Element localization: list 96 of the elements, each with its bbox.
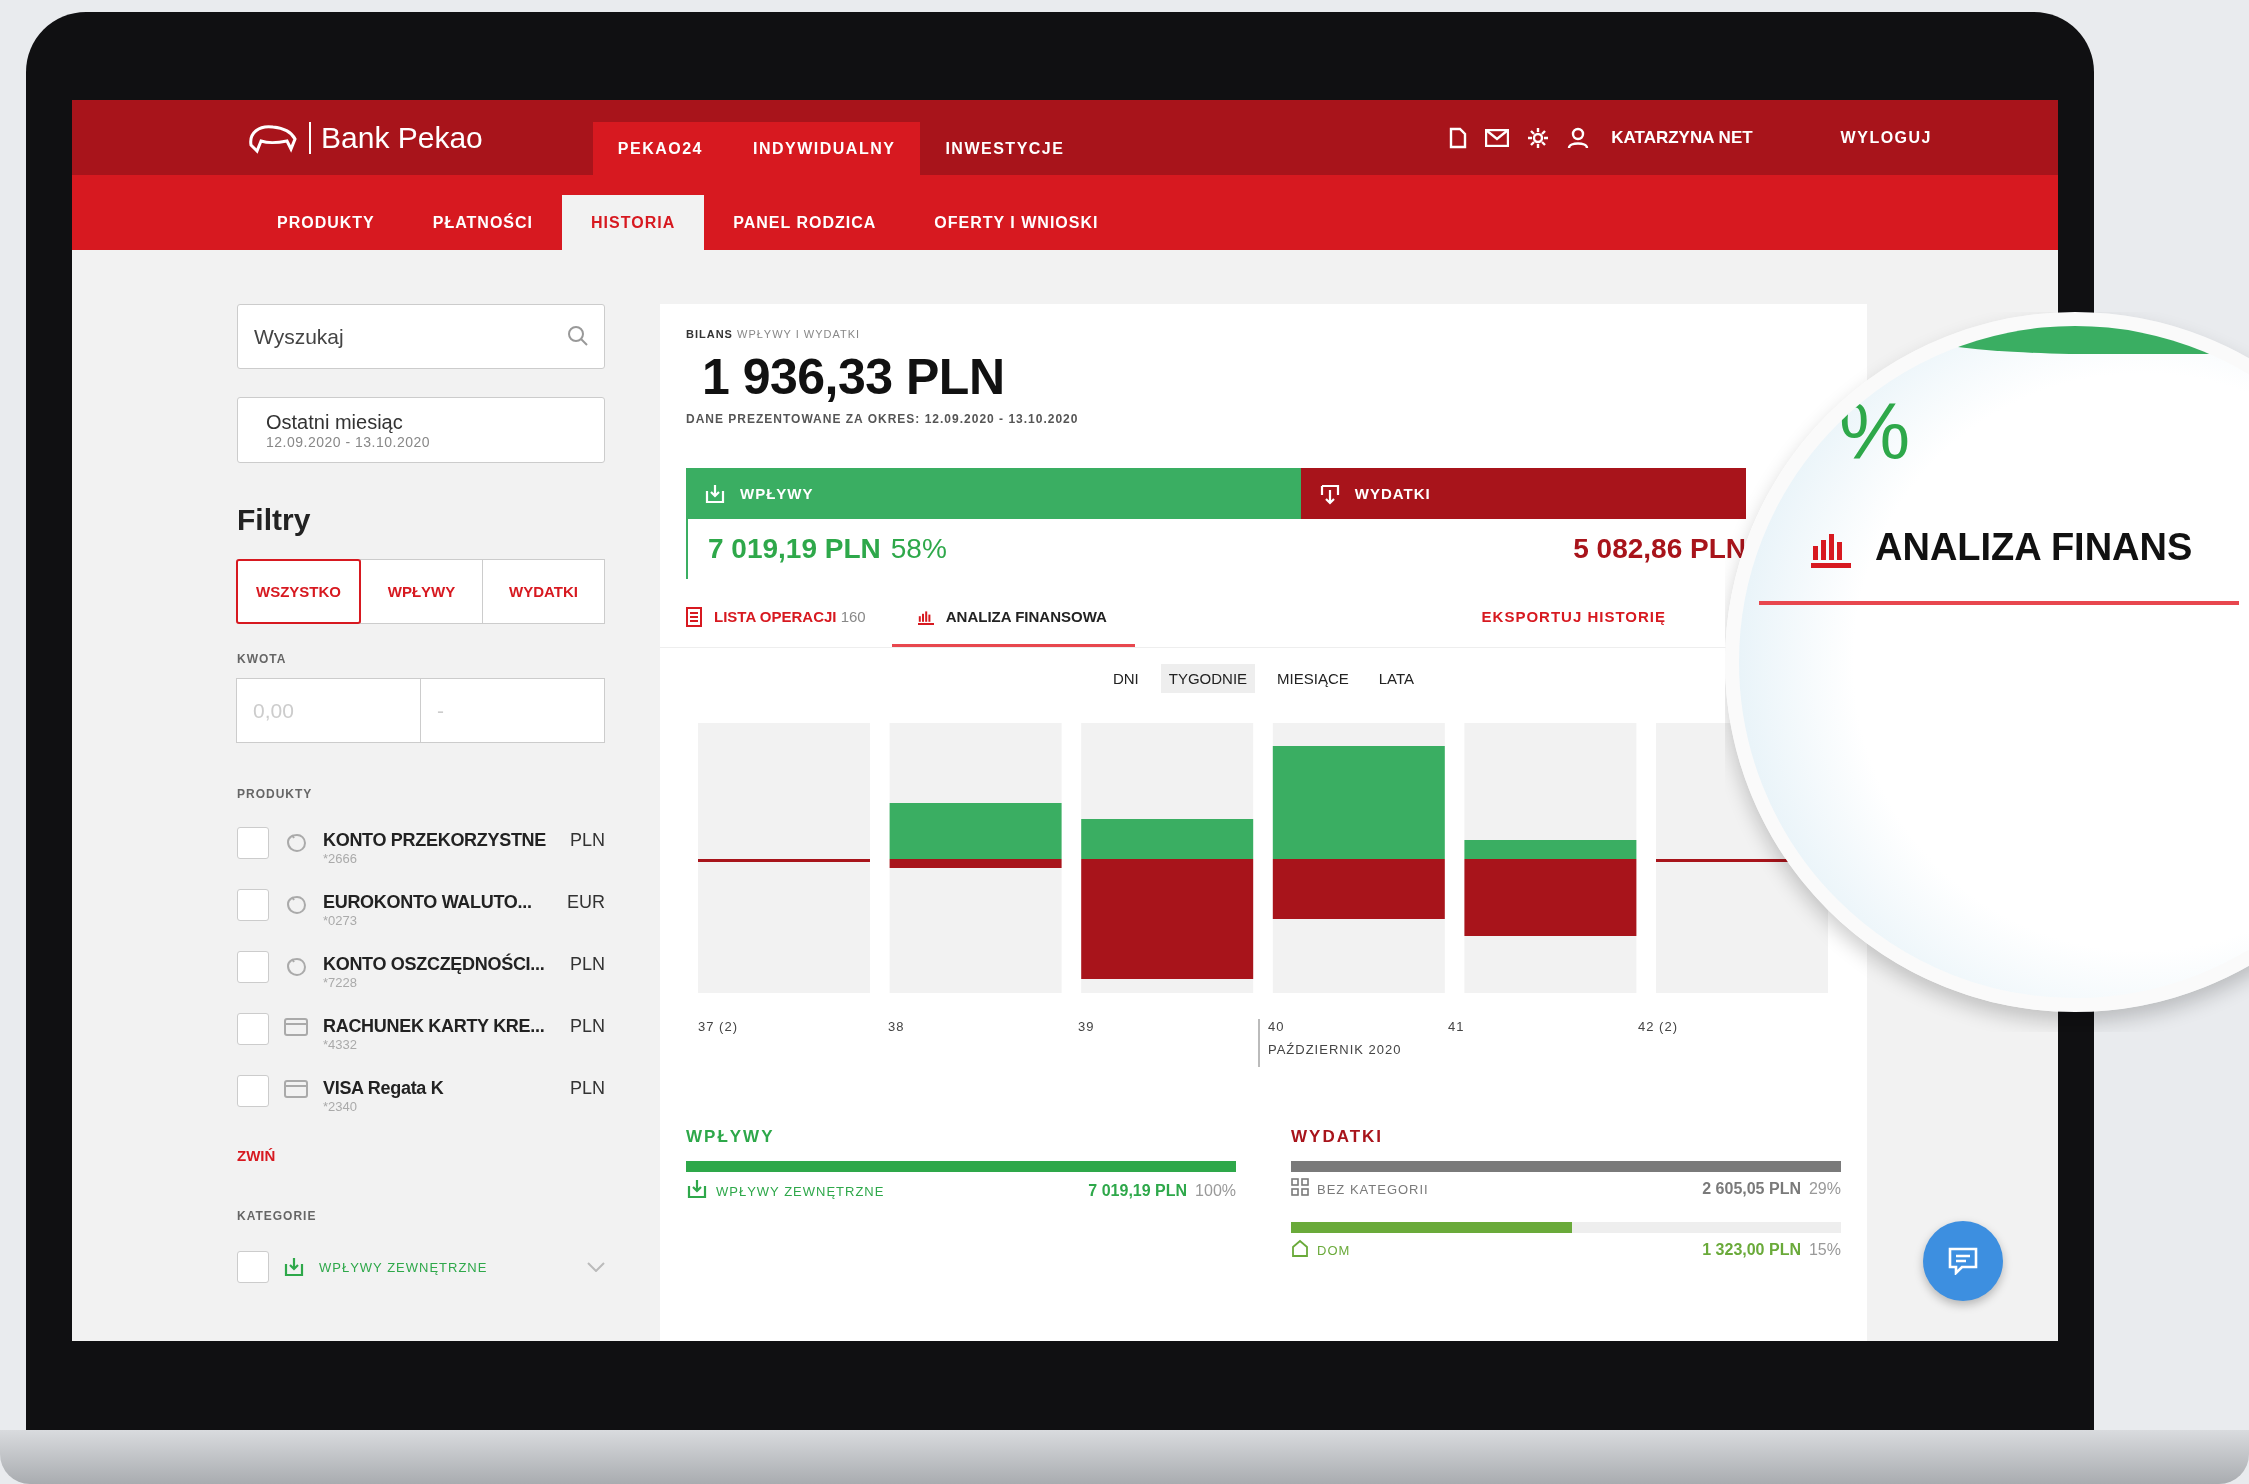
logout-link[interactable]: WYLOGUJ bbox=[1834, 127, 1938, 148]
expenses-amount: 5 082,86 PLN bbox=[1573, 533, 1746, 565]
house-icon bbox=[1291, 1239, 1309, 1257]
nav-tab[interactable]: PANEL RODZICA bbox=[704, 195, 906, 250]
collapse-link[interactable]: ZWIŃ bbox=[237, 1147, 276, 1164]
tray-arrow-icon bbox=[1318, 482, 1341, 505]
user-name: KATARZYNA NET bbox=[1611, 127, 1753, 148]
nav-tab[interactable]: PRODUKTY bbox=[248, 195, 404, 250]
product-name: KONTO OSZCZĘDNOŚCI... bbox=[323, 954, 545, 975]
category-share: 15% bbox=[1808, 1241, 1841, 1259]
category-name: WPŁYWY ZEWNĘTRZNE bbox=[716, 1183, 886, 1199]
week-label: 39 bbox=[1077, 1019, 1095, 1034]
product-name: RACHUNEK KARTY KRE... bbox=[323, 1016, 545, 1037]
chat-icon bbox=[1947, 1247, 1978, 1275]
categories-label: KATEGORIE bbox=[237, 1209, 318, 1223]
category-name: DOM bbox=[1317, 1242, 1352, 1258]
checkbox[interactable] bbox=[237, 889, 269, 921]
amount-label: KWOTA bbox=[237, 652, 288, 666]
document-icon bbox=[686, 606, 702, 627]
category-name: BEZ KATEGORII bbox=[1317, 1181, 1430, 1197]
segment-tab[interactable]: INDYWIDUALNY bbox=[728, 122, 921, 175]
checkbox[interactable] bbox=[237, 1013, 269, 1045]
product-name: KONTO PRZEKORZYSTNE bbox=[323, 830, 546, 851]
envelope-icon[interactable] bbox=[1485, 128, 1510, 147]
chevron-icon[interactable] bbox=[587, 1262, 605, 1272]
chat-button[interactable] bbox=[1922, 1221, 2003, 1301]
category-amount: 7 019,19 PLN bbox=[1088, 1182, 1188, 1200]
product-currency: PLN bbox=[570, 1016, 605, 1037]
nav-tab[interactable]: OFERTY I WNIOSKI bbox=[905, 195, 1128, 250]
amount-to-field[interactable]: - bbox=[420, 678, 605, 743]
income-share: 58% bbox=[890, 533, 947, 565]
checkbox[interactable] bbox=[237, 1075, 269, 1107]
week-label: 37 (2) bbox=[698, 1019, 738, 1034]
balance-caption: BILANS WPŁYWY I WYDATKI bbox=[686, 327, 862, 340]
category-amount: 1 323,00 PLN bbox=[1702, 1241, 1801, 1259]
filter-tab[interactable]: WSZYSTKO bbox=[236, 559, 361, 624]
grid-icon bbox=[1291, 1178, 1309, 1196]
inbox-arrow-icon bbox=[283, 1256, 305, 1278]
product-currency: PLN bbox=[570, 1078, 605, 1099]
document-icon[interactable] bbox=[1449, 126, 1468, 149]
account-number: *2340 bbox=[323, 1099, 358, 1114]
week-label: 38 bbox=[888, 1019, 905, 1034]
account-number: *0273 bbox=[323, 913, 358, 928]
user-icon[interactable] bbox=[1567, 126, 1590, 149]
view-tab[interactable]: ANALIZA FINANSOWA bbox=[891, 589, 1135, 647]
period-note: DANE PREZENTOWANE ZA OKRES: 12.09.2020 - 13.10.2020 bbox=[686, 412, 1080, 426]
income-amount: 7 019,19 PLN bbox=[708, 533, 881, 565]
product-currency: PLN bbox=[570, 954, 605, 975]
week-label: 41 bbox=[1448, 1019, 1465, 1034]
product-currency: PLN bbox=[570, 830, 605, 851]
income-heading: WPŁYWY bbox=[686, 1127, 776, 1147]
date-range-picker[interactable]: Ostatni miesiąc 12.09.2020 - 13.10.2020 bbox=[237, 397, 605, 463]
export-link[interactable]: EKSPORTUJ HISTORIĘ bbox=[1481, 589, 1692, 647]
inbox-arrow-icon bbox=[704, 482, 726, 505]
settings-icon[interactable] bbox=[1527, 126, 1550, 149]
account-number: *7228 bbox=[323, 975, 358, 990]
category-share: 100% bbox=[1195, 1182, 1236, 1200]
period-tab[interactable]: LATA bbox=[1370, 664, 1423, 693]
segment-tab[interactable]: INWESTYCJE bbox=[920, 122, 1090, 175]
income-label: WPŁYWY bbox=[740, 485, 814, 502]
search-field[interactable]: Wyszukaj bbox=[237, 304, 605, 369]
nav-tab[interactable]: PŁATNOŚCI bbox=[403, 195, 563, 250]
month-label: PAŹDZIERNIK 2020 bbox=[1267, 1042, 1403, 1057]
view-tab[interactable]: LISTA OPERACJI 160 bbox=[686, 589, 892, 647]
week-label: 42 (2) bbox=[1638, 1019, 1678, 1034]
bank-logo-text: Bank Pekao bbox=[321, 120, 483, 155]
segment-tab[interactable]: PEKAO24 bbox=[592, 122, 728, 175]
tab-label-fragment: ANALIZA FINANS bbox=[1875, 526, 2193, 569]
filters-heading: Filtry bbox=[237, 503, 312, 537]
category-amount: 2 605,05 PLN bbox=[1702, 1180, 1801, 1198]
period-tab[interactable]: DNI bbox=[1104, 664, 1147, 693]
checkbox[interactable] bbox=[237, 951, 269, 983]
card-icon bbox=[284, 1080, 308, 1098]
week-label: 40 bbox=[1267, 1019, 1285, 1034]
filter-tab[interactable]: WPŁYWY bbox=[360, 559, 483, 624]
checkbox[interactable] bbox=[237, 1251, 269, 1283]
product-name: EUROKONTO WALUTO... bbox=[323, 892, 532, 913]
bar-chart-icon bbox=[917, 608, 934, 625]
balance-amount: 1 936,33 PLN bbox=[702, 348, 1006, 406]
expenses-heading: WYDATKI bbox=[1291, 1127, 1385, 1147]
filter-tab[interactable]: WYDATKI bbox=[482, 559, 605, 624]
product-name: VISA Regata K bbox=[323, 1078, 444, 1099]
inbox-arrow-icon bbox=[686, 1178, 708, 1200]
category-share: 29% bbox=[1808, 1180, 1841, 1198]
account-number: *2666 bbox=[323, 851, 358, 866]
search-icon bbox=[567, 325, 589, 347]
period-tab[interactable]: TYGODNIE bbox=[1160, 664, 1256, 693]
expenses-label: WYDATKI bbox=[1354, 485, 1431, 502]
products-label: PRODUKTY bbox=[237, 787, 314, 801]
checkbox[interactable] bbox=[237, 827, 269, 859]
category-name: WPŁYWY ZEWNĘTRZNE bbox=[319, 1259, 489, 1275]
nav-tab[interactable]: HISTORIA bbox=[562, 195, 705, 250]
card-icon bbox=[284, 1018, 308, 1036]
product-currency: EUR bbox=[567, 892, 605, 913]
account-number: *4332 bbox=[323, 1037, 358, 1052]
period-tab[interactable]: MIESIĄCE bbox=[1269, 664, 1357, 693]
